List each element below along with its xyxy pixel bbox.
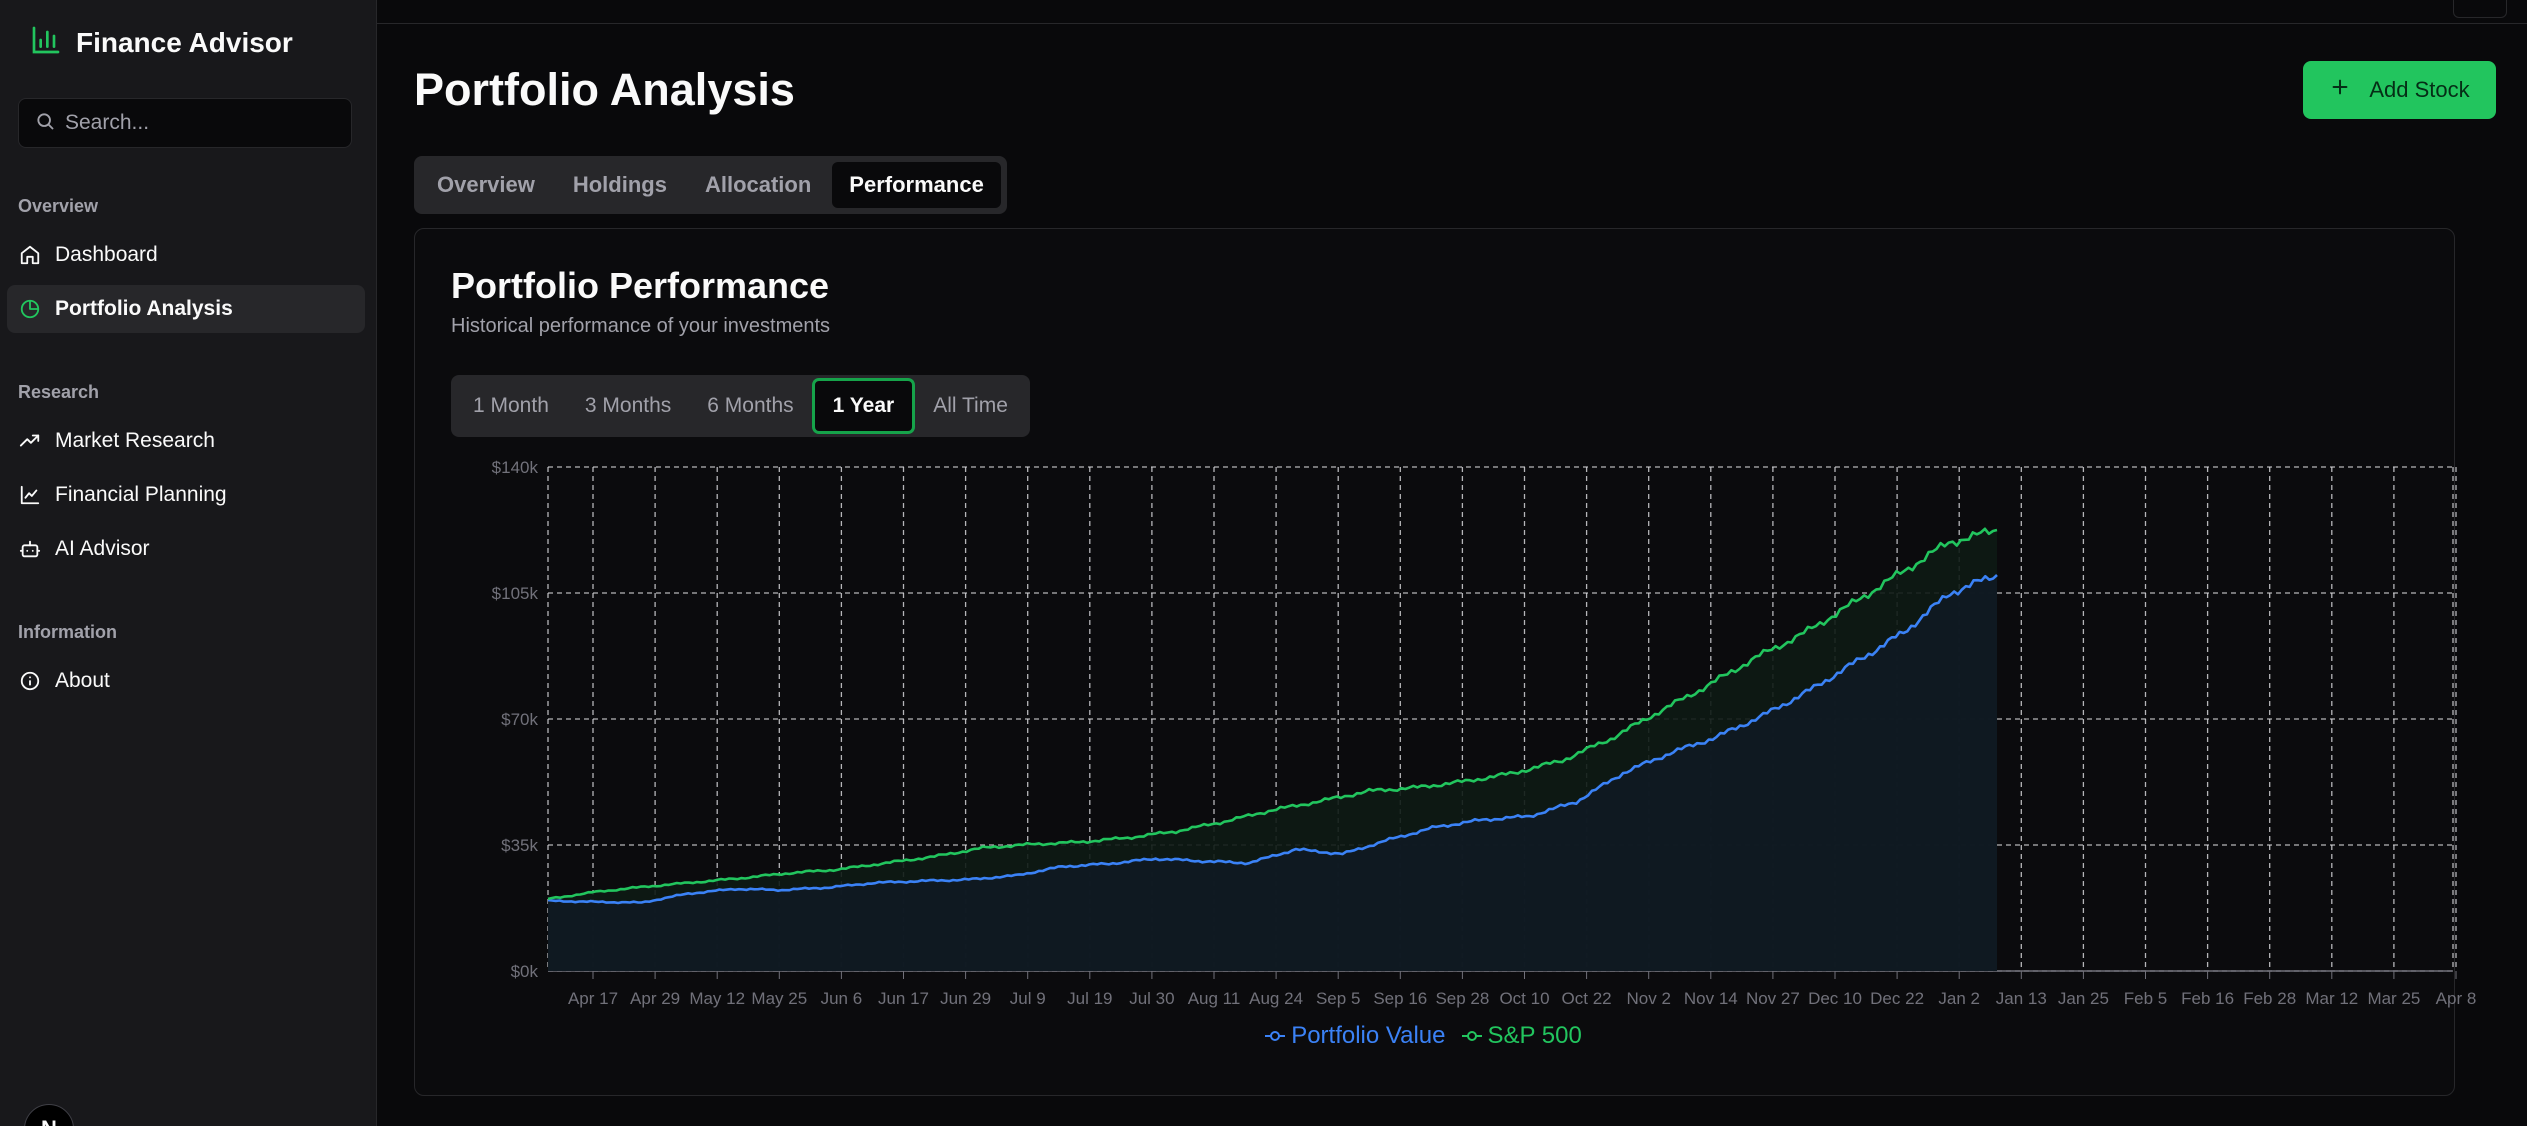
x-tick-label: Nov 2 (1626, 989, 1670, 1008)
chart-legend: Portfolio Value S&P 500 (0, 1022, 2527, 1050)
x-tick-label: Jan 13 (1996, 989, 2047, 1008)
legend-marker-sp500 (1461, 1031, 1482, 1041)
x-tick-label: Sep 28 (1435, 989, 1489, 1008)
series-area-portfolio (548, 575, 1997, 971)
x-tick-label: Jul 19 (1067, 989, 1112, 1008)
legend-item-sp500[interactable]: S&P 500 (1461, 1022, 1582, 1050)
x-tick-label: Feb 28 (2243, 989, 2296, 1008)
performance-chart: $0k $35k $70k $105k $140k Apr 17 Apr 29 May 12 M… (492, 458, 2477, 1008)
x-tick-label: Jan 2 (1938, 989, 1980, 1008)
x-tick-label: Jun 6 (821, 989, 863, 1008)
x-tick-label: Jun 17 (878, 989, 929, 1008)
legend-marker-portfolio (1265, 1031, 1286, 1041)
y-tick-label: $70k (501, 710, 538, 729)
x-tick-label: Apr 29 (630, 989, 680, 1008)
x-tick-label: May 25 (751, 989, 807, 1008)
x-tick-label: Feb 16 (2181, 989, 2234, 1008)
x-tick-label: Nov 27 (1746, 989, 1800, 1008)
legend-label-portfolio: Portfolio Value (1291, 1022, 1446, 1049)
x-tick-label: Jan 25 (2058, 989, 2109, 1008)
x-tick-label: Sep 16 (1373, 989, 1427, 1008)
x-tick-label: Jul 9 (1010, 989, 1046, 1008)
x-tick-label: Nov 14 (1684, 989, 1738, 1008)
x-tick-label: Oct 10 (1499, 989, 1549, 1008)
x-tick-label: May 12 (689, 989, 745, 1008)
app-root: Finance Advisor Overview Dashboard Portf… (0, 0, 2527, 1126)
x-tick-label: Dec 10 (1808, 989, 1862, 1008)
x-tick-label: Feb 5 (2124, 989, 2167, 1008)
y-tick-label: $35k (501, 836, 538, 855)
x-tick-label: Jul 30 (1129, 989, 1174, 1008)
legend-label-sp500: S&P 500 (1487, 1022, 1582, 1049)
x-tick-label: Oct 22 (1562, 989, 1612, 1008)
x-tick-label: Sep 5 (1316, 989, 1360, 1008)
legend-item-portfolio[interactable]: Portfolio Value (1265, 1022, 1446, 1050)
y-tick-label: $105k (492, 584, 539, 603)
x-tick-label: Aug 24 (1249, 989, 1303, 1008)
y-tick-label: $0k (511, 962, 539, 981)
x-tick-label: Mar 25 (2367, 989, 2420, 1008)
x-tick-label: Apr 17 (568, 989, 618, 1008)
x-tick-label: Jun 29 (940, 989, 991, 1008)
x-tick-label: Apr 8 (2436, 989, 2477, 1008)
x-tick-label: Mar 12 (2305, 989, 2358, 1008)
x-tick-label: Aug 11 (1188, 989, 1241, 1008)
x-tick-label: Dec 22 (1870, 989, 1924, 1008)
y-tick-label: $140k (492, 458, 539, 477)
